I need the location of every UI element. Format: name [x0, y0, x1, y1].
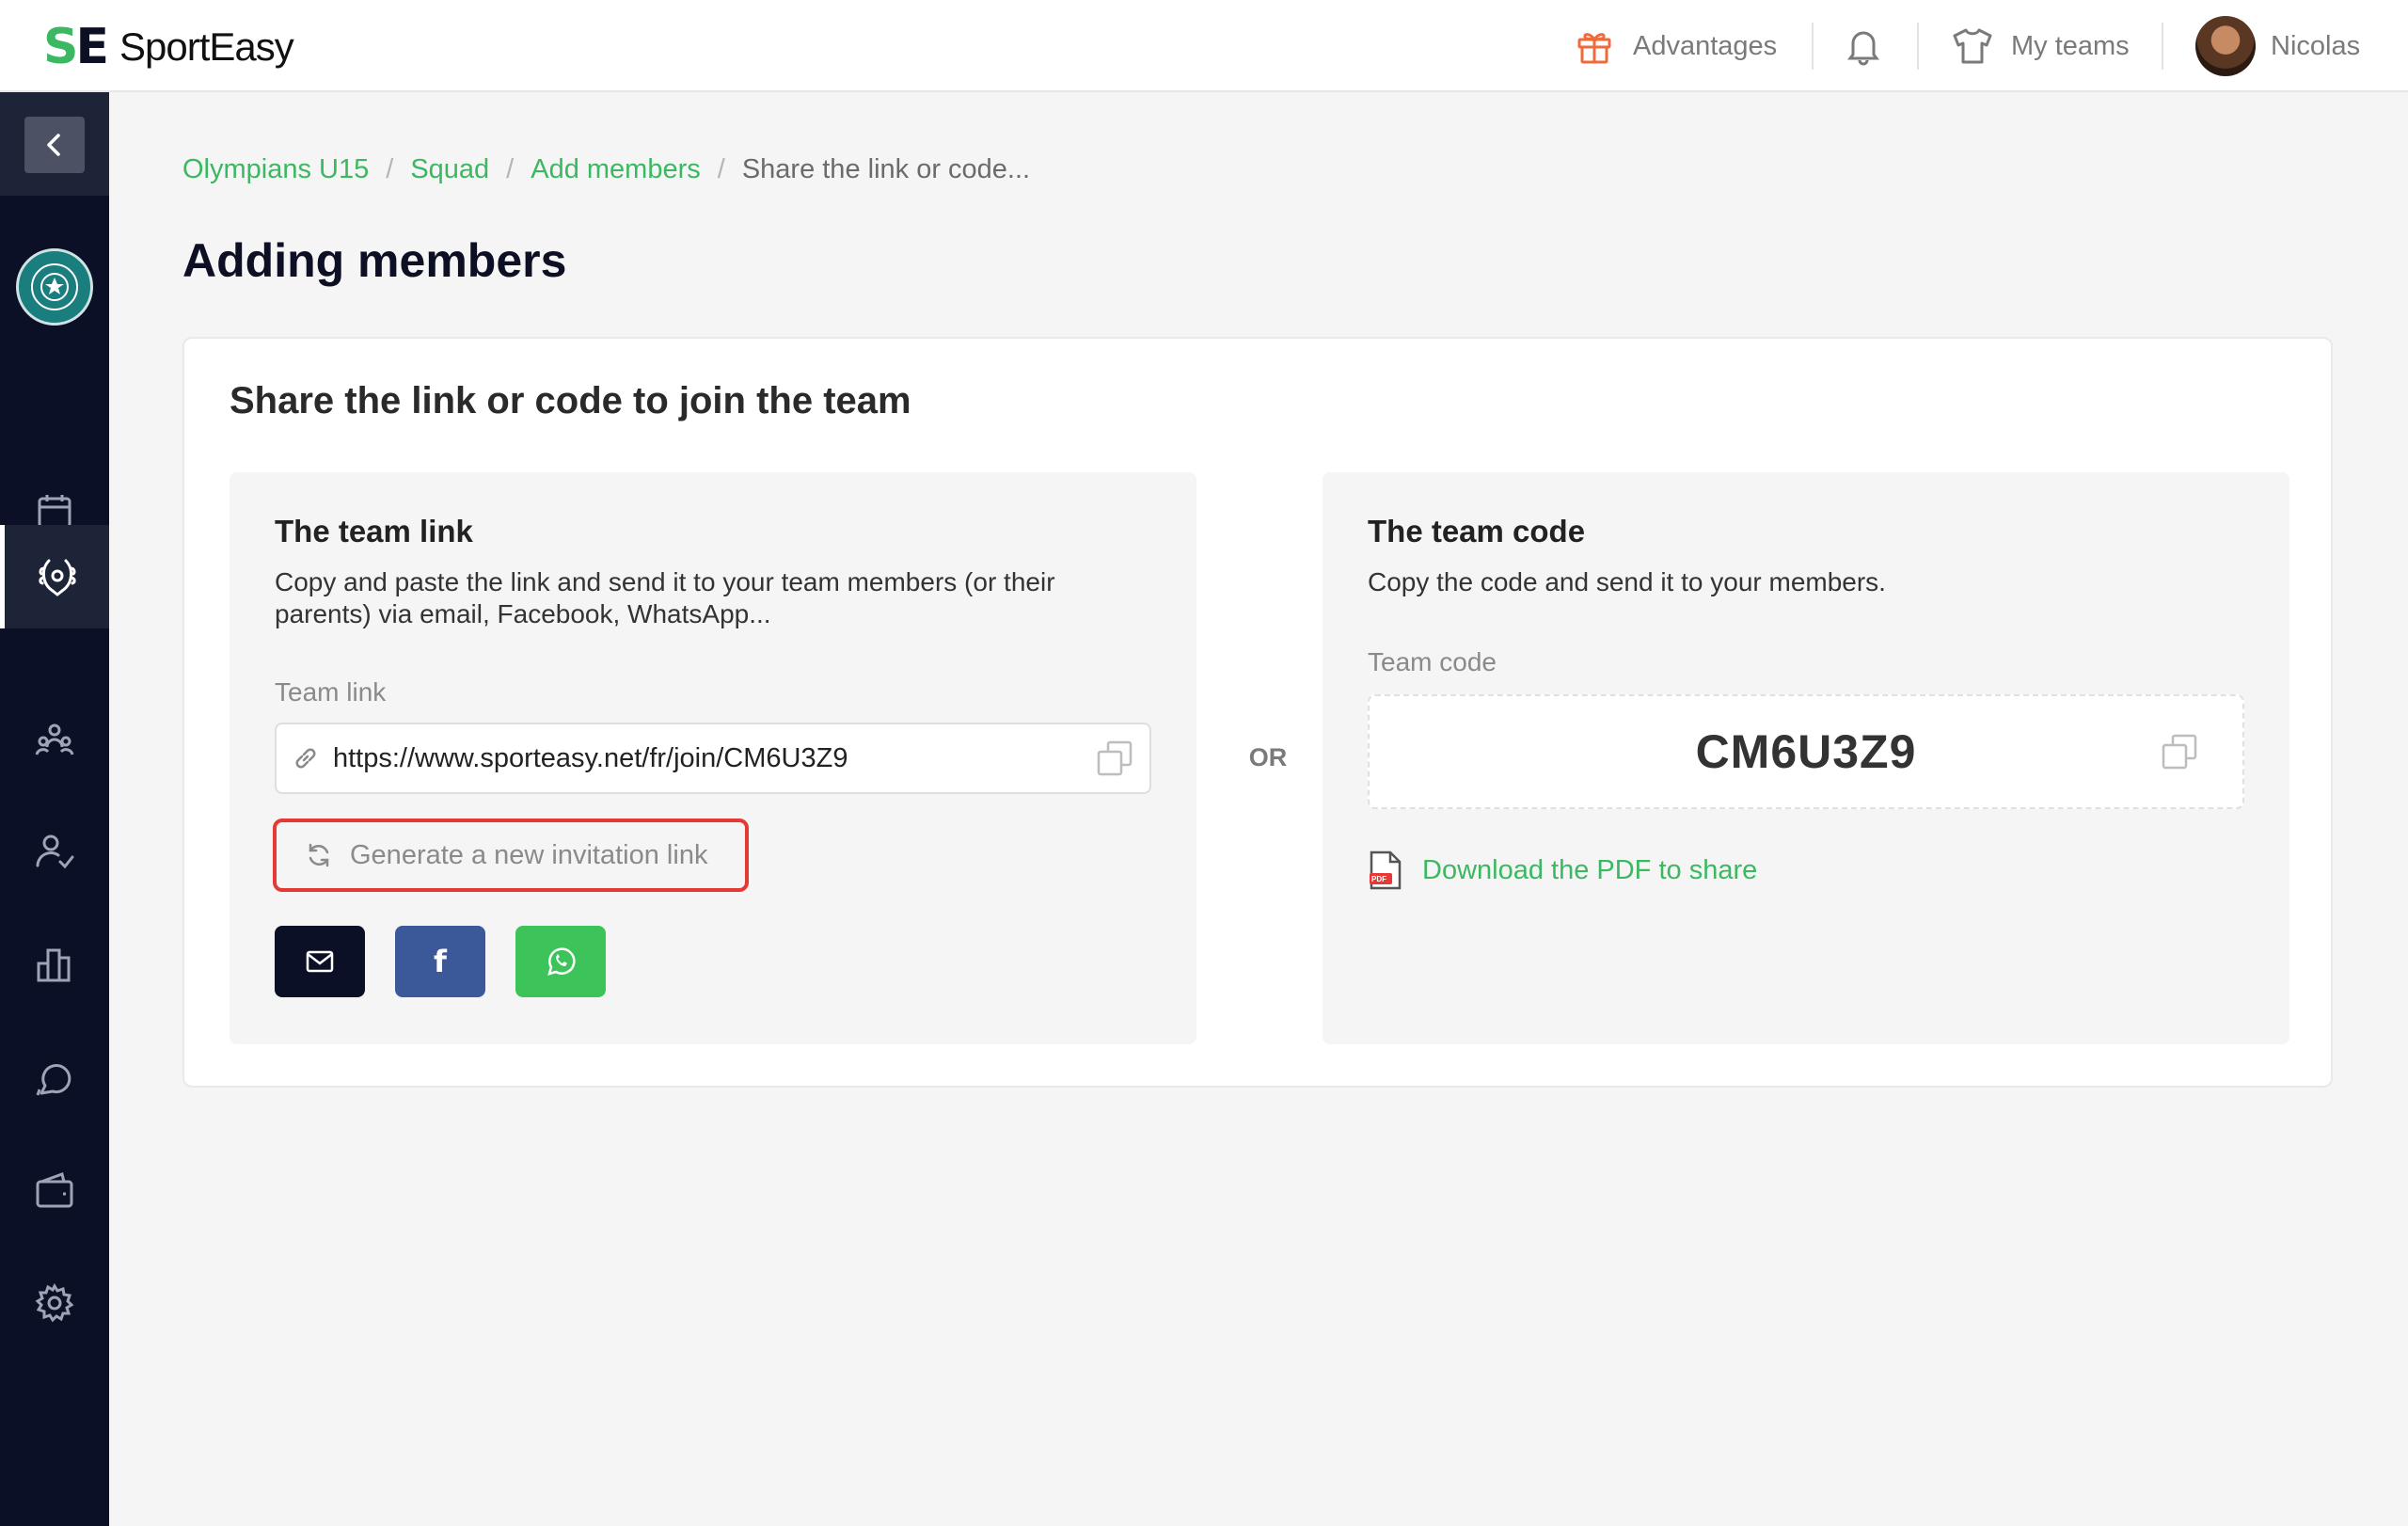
- team-code-value[interactable]: CM6U3Z9: [1696, 724, 1917, 779]
- team-link-url[interactable]: https://www.sporteasy.net/fr/join/CM6U3Z…: [333, 743, 1095, 774]
- breadcrumb-separator: /: [717, 154, 725, 184]
- generate-link-button[interactable]: Generate a new invitation link: [273, 819, 749, 892]
- pdf-badge-label: PDF: [1371, 875, 1386, 883]
- share-whatsapp-button[interactable]: [515, 926, 606, 997]
- notifications-button[interactable]: [1846, 0, 1881, 92]
- generate-link-label: Generate a new invitation link: [350, 839, 708, 870]
- topbar-divider: [2162, 23, 2163, 70]
- my-teams-link[interactable]: My teams: [1951, 0, 2130, 92]
- breadcrumb-separator: /: [386, 154, 394, 184]
- team-code-box[interactable]: CM6U3Z9: [1368, 694, 2244, 809]
- page-title: Adding members: [182, 234, 567, 287]
- card-title: Share the link or code to join the team: [230, 380, 911, 421]
- share-email-button[interactable]: [275, 926, 365, 997]
- team-code-title: The team code: [1368, 514, 1586, 548]
- sidebar-item-chat[interactable]: [0, 1025, 109, 1129]
- advantages-link[interactable]: Advantages: [1575, 0, 1777, 92]
- sidebar-item-members[interactable]: [0, 800, 109, 903]
- or-divider: OR: [1248, 743, 1288, 771]
- bell-icon: [1846, 26, 1881, 66]
- avatar: [2195, 16, 2256, 76]
- stats-icon: [35, 945, 74, 984]
- topbar-divider: [1812, 23, 1814, 70]
- brand-mark-s: S: [43, 19, 78, 75]
- copy-link-icon[interactable]: [1095, 739, 1134, 778]
- my-teams-label: My teams: [2011, 30, 2130, 61]
- tshirt-icon: [1951, 26, 1994, 66]
- team-code-panel: The team code Copy the code and send it …: [1323, 472, 2289, 1044]
- breadcrumb: Olympians U15 / Squad / Add members / Sh…: [182, 154, 1030, 185]
- share-facebook-button[interactable]: f: [395, 926, 485, 997]
- chat-icon: [34, 1057, 75, 1097]
- brand-mark-e: E: [75, 19, 108, 75]
- sidebar-item-settings[interactable]: [0, 1251, 109, 1355]
- gift-icon: [1575, 26, 1614, 66]
- whatsapp-icon: [544, 945, 578, 978]
- share-card: Share the link or code to join the team …: [182, 337, 2333, 1088]
- brand-logo[interactable]: SE SportEasy: [43, 19, 294, 75]
- team-link-panel: The team link Copy and paste the link an…: [230, 472, 1196, 1044]
- team-logo[interactable]: [16, 248, 93, 326]
- team-code-description: Copy the code and send it to your member…: [1368, 567, 1886, 596]
- chevron-left-icon: [41, 132, 68, 158]
- download-pdf-link[interactable]: PDF Download the PDF to share: [1368, 850, 1757, 890]
- advantages-label: Advantages: [1633, 30, 1778, 61]
- breadcrumb-squad[interactable]: Squad: [410, 154, 489, 185]
- sidebar-item-squad[interactable]: [0, 525, 109, 628]
- sidebar: [0, 92, 109, 1526]
- link-icon: [292, 744, 324, 772]
- top-bar: SE SportEasy Advantages My teams Nicolas: [0, 0, 2408, 92]
- user-menu[interactable]: Nicolas: [2195, 0, 2360, 92]
- user-check-icon: [34, 832, 75, 871]
- team-link-description: Copy and paste the link and send it to y…: [275, 567, 1055, 628]
- user-name: Nicolas: [2271, 30, 2361, 61]
- collapse-sidebar-button[interactable]: [24, 117, 85, 173]
- sidebar-header: [0, 92, 109, 196]
- gear-icon: [34, 1282, 75, 1324]
- topbar-divider: [1917, 23, 1919, 70]
- team-link-title: The team link: [275, 514, 473, 548]
- team-link-label: Team link: [275, 677, 387, 707]
- breadcrumb-add-members[interactable]: Add members: [531, 154, 701, 185]
- team-link-field[interactable]: https://www.sporteasy.net/fr/join/CM6U3Z…: [275, 723, 1151, 794]
- mail-icon: [305, 949, 335, 974]
- breadcrumb-separator: /: [506, 154, 515, 184]
- facebook-icon: f: [434, 944, 447, 979]
- brand-mark: SE: [43, 19, 109, 75]
- brand-name: SportEasy: [119, 24, 294, 69]
- sidebar-item-wallet[interactable]: [0, 1138, 109, 1242]
- breadcrumb-team[interactable]: Olympians U15: [182, 154, 369, 185]
- download-pdf-label: Download the PDF to share: [1422, 854, 1758, 885]
- sidebar-item-stats[interactable]: [0, 913, 109, 1016]
- wallet-icon: [34, 1170, 75, 1210]
- refresh-icon: [305, 841, 333, 869]
- copy-code-icon[interactable]: [2160, 732, 2199, 776]
- breadcrumb-current: Share the link or code...: [741, 154, 1031, 184]
- team-icon: [34, 719, 75, 758]
- team-code-label: Team code: [1368, 647, 1497, 676]
- pdf-file-icon: PDF: [1368, 850, 1402, 890]
- sidebar-item-team[interactable]: [0, 687, 109, 790]
- laurel-icon: [36, 555, 79, 598]
